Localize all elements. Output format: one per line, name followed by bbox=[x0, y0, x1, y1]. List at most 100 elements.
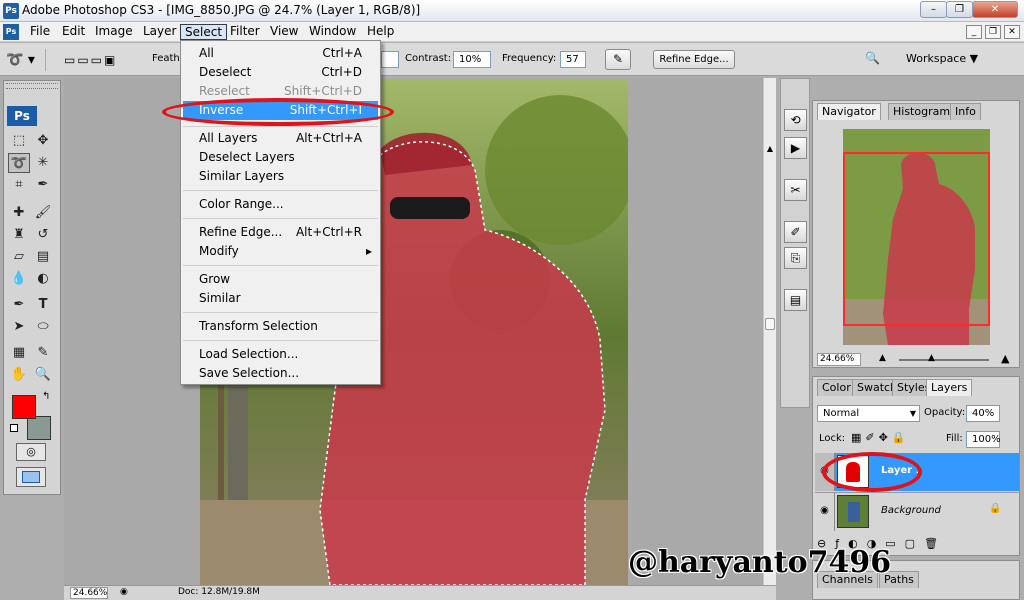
tab-layers[interactable]: Layers bbox=[926, 379, 973, 396]
tab-navigator[interactable]: Navigator bbox=[817, 103, 881, 120]
menu-item-load-selection[interactable]: Load Selection... bbox=[183, 345, 378, 364]
type-tool-icon[interactable]: T bbox=[32, 295, 54, 315]
lasso-tool-preset-icon[interactable]: ➰ ▾ bbox=[6, 49, 46, 71]
zoom-slider-thumb[interactable]: ▲ bbox=[928, 353, 935, 363]
toolbox-grip[interactable] bbox=[6, 83, 58, 89]
zoom-tool-icon[interactable]: 🔍 bbox=[32, 365, 54, 385]
eraser-tool-icon[interactable]: ▱ bbox=[8, 247, 30, 267]
status-bridge-icon[interactable]: ◉ bbox=[120, 587, 128, 597]
menu-help[interactable]: Help bbox=[363, 24, 398, 40]
foreground-color-swatch[interactable] bbox=[12, 395, 36, 419]
screen-mode-icon[interactable] bbox=[16, 467, 46, 487]
menu-item-all[interactable]: All Ctrl+A bbox=[183, 44, 378, 63]
move-tool-icon[interactable]: ✥ bbox=[32, 131, 54, 151]
width-field[interactable] bbox=[381, 51, 399, 68]
layer-row-background[interactable]: ◉ Background 🔒 bbox=[815, 492, 1019, 531]
zoom-in-icon[interactable]: ▲ bbox=[1001, 352, 1009, 365]
menu-image[interactable]: Image bbox=[91, 24, 137, 40]
doc-restore-button[interactable]: ❐ bbox=[985, 25, 1001, 39]
menu-file[interactable]: File bbox=[26, 24, 54, 40]
slice-tool-icon[interactable]: ✒ bbox=[32, 175, 54, 195]
quick-mask-icon[interactable]: ◎ bbox=[16, 443, 46, 461]
shape-tool-icon[interactable]: ⬭ bbox=[32, 317, 54, 337]
crop-tool-icon[interactable]: ⌗ bbox=[8, 175, 30, 195]
blend-mode-select[interactable]: Normal ▼ bbox=[817, 405, 920, 422]
dodge-tool-icon[interactable]: ◐ bbox=[32, 269, 54, 289]
tool-presets-icon[interactable]: ✂ bbox=[784, 179, 807, 201]
menu-item-similar[interactable]: Similar bbox=[183, 289, 378, 308]
brushes-panel-icon[interactable]: ✐ bbox=[784, 221, 807, 243]
zoom-slider-track[interactable] bbox=[899, 359, 989, 361]
lock-icons[interactable]: ▦✐✥🔒 bbox=[851, 431, 910, 444]
menu-item-refine-edge[interactable]: Refine Edge... Alt+Ctrl+R bbox=[183, 223, 378, 242]
doc-close-button[interactable]: ✕ bbox=[1004, 25, 1020, 39]
magic-wand-tool-icon[interactable]: ✳ bbox=[32, 153, 54, 173]
menu-item-grow[interactable]: Grow bbox=[183, 270, 378, 289]
menu-bar: Ps File Edit Image Layer Select Filter V… bbox=[0, 22, 1024, 42]
menu-select[interactable]: Select bbox=[180, 24, 228, 40]
frequency-field[interactable]: 57 bbox=[560, 51, 586, 68]
actions-panel-icon[interactable]: ▶ bbox=[784, 137, 807, 159]
contrast-field[interactable]: 10% bbox=[453, 51, 491, 68]
bridge-icon[interactable]: 🔍 bbox=[865, 51, 887, 69]
menu-item-color-range[interactable]: Color Range... bbox=[183, 195, 378, 214]
healing-brush-icon[interactable]: ✚ bbox=[8, 203, 30, 223]
stamp-tool-icon[interactable]: ♜ bbox=[8, 225, 30, 245]
refine-edge-button[interactable]: Refine Edge... bbox=[653, 50, 735, 69]
toolbox: Ps ⬚ ✥ ➰ ✳ ⌗ ✒ ✚ 🖌 ♜ ↺ ▱ ▤ 💧 ◐ ✒ T ➤ ⬭ ▦… bbox=[3, 80, 61, 495]
menu-filter[interactable]: Filter bbox=[226, 24, 264, 40]
marquee-tool-icon[interactable]: ⬚ bbox=[8, 131, 30, 151]
minimize-button[interactable]: – bbox=[920, 1, 947, 18]
menu-item-all-layers[interactable]: All Layers Alt+Ctrl+A bbox=[183, 129, 378, 148]
menu-edit[interactable]: Edit bbox=[58, 24, 89, 40]
menu-item-shortcut: Alt+Ctrl+A bbox=[296, 131, 362, 145]
path-select-tool-icon[interactable]: ➤ bbox=[8, 317, 30, 337]
blur-tool-icon[interactable]: 💧 bbox=[8, 269, 30, 289]
close-button[interactable]: ✕ bbox=[972, 1, 1018, 18]
pen-tool-icon[interactable]: ✒ bbox=[8, 295, 30, 315]
brush-tool-icon[interactable]: 🖌 bbox=[32, 203, 54, 223]
menu-item-similar-layers[interactable]: Similar Layers bbox=[183, 167, 378, 186]
hand-tool-icon[interactable]: ✋ bbox=[8, 365, 30, 385]
workspace-menu[interactable]: Workspace ▼ bbox=[906, 52, 978, 65]
menu-layer[interactable]: Layer bbox=[139, 24, 180, 40]
menu-window[interactable]: Window bbox=[305, 24, 360, 40]
swap-colors-icon[interactable]: ↰ bbox=[42, 391, 50, 402]
zoom-out-icon[interactable]: ▲ bbox=[879, 353, 886, 363]
canvas-vertical-scrollbar[interactable]: ▲ bbox=[763, 78, 776, 585]
eye-icon[interactable]: ◉ bbox=[815, 493, 835, 531]
background-layer-name[interactable]: Background bbox=[881, 505, 941, 516]
menu-item-deselect-layers[interactable]: Deselect Layers bbox=[183, 148, 378, 167]
notes-tool-icon[interactable]: ▦ bbox=[8, 343, 30, 363]
app-menu-icon[interactable]: Ps bbox=[3, 24, 19, 40]
selection-mode-icons[interactable]: ▭▭▭▣ bbox=[64, 51, 134, 69]
status-zoom[interactable]: 24.66% bbox=[70, 587, 108, 599]
menu-view[interactable]: View bbox=[266, 24, 302, 40]
menu-item-modify[interactable]: Modify ▸ bbox=[183, 242, 378, 261]
menu-item-save-selection[interactable]: Save Selection... bbox=[183, 364, 378, 383]
history-brush-icon[interactable]: ↺ bbox=[32, 225, 54, 245]
layer-comps-icon[interactable]: ▤ bbox=[784, 289, 807, 311]
navigator-zoom-field[interactable]: 24.66% bbox=[817, 353, 861, 366]
menu-item-transform-selection[interactable]: Transform Selection bbox=[183, 317, 378, 336]
history-panel-icon[interactable]: ⟲ bbox=[784, 109, 807, 131]
clone-source-icon[interactable]: ⎘ bbox=[784, 247, 807, 269]
gradient-tool-icon[interactable]: ▤ bbox=[32, 247, 54, 267]
tab-info[interactable]: Info bbox=[950, 103, 981, 120]
tab-color[interactable]: Color bbox=[817, 379, 856, 396]
scroll-up-arrow-icon[interactable]: ▲ bbox=[765, 144, 775, 154]
scroll-thumb[interactable] bbox=[765, 318, 775, 330]
tab-histogram[interactable]: Histogram bbox=[888, 103, 956, 120]
restore-button[interactable]: ❐ bbox=[946, 1, 973, 18]
opacity-field[interactable]: 40% bbox=[966, 405, 1000, 422]
eyedropper-tool-icon[interactable]: ✎ bbox=[32, 343, 54, 363]
tablet-pressure-icon[interactable]: ✎ bbox=[605, 49, 631, 70]
lasso-tool-icon[interactable]: ➰ bbox=[8, 153, 30, 173]
default-colors-icon[interactable] bbox=[10, 424, 18, 432]
navigator-thumbnail[interactable] bbox=[843, 129, 990, 345]
doc-minimize-button[interactable]: _ bbox=[966, 25, 982, 39]
menu-item-deselect[interactable]: Deselect Ctrl+D bbox=[183, 63, 378, 82]
fill-field[interactable]: 100% bbox=[966, 431, 1001, 448]
background-color-swatch[interactable] bbox=[27, 416, 51, 440]
menu-item-label: Similar bbox=[199, 291, 241, 305]
